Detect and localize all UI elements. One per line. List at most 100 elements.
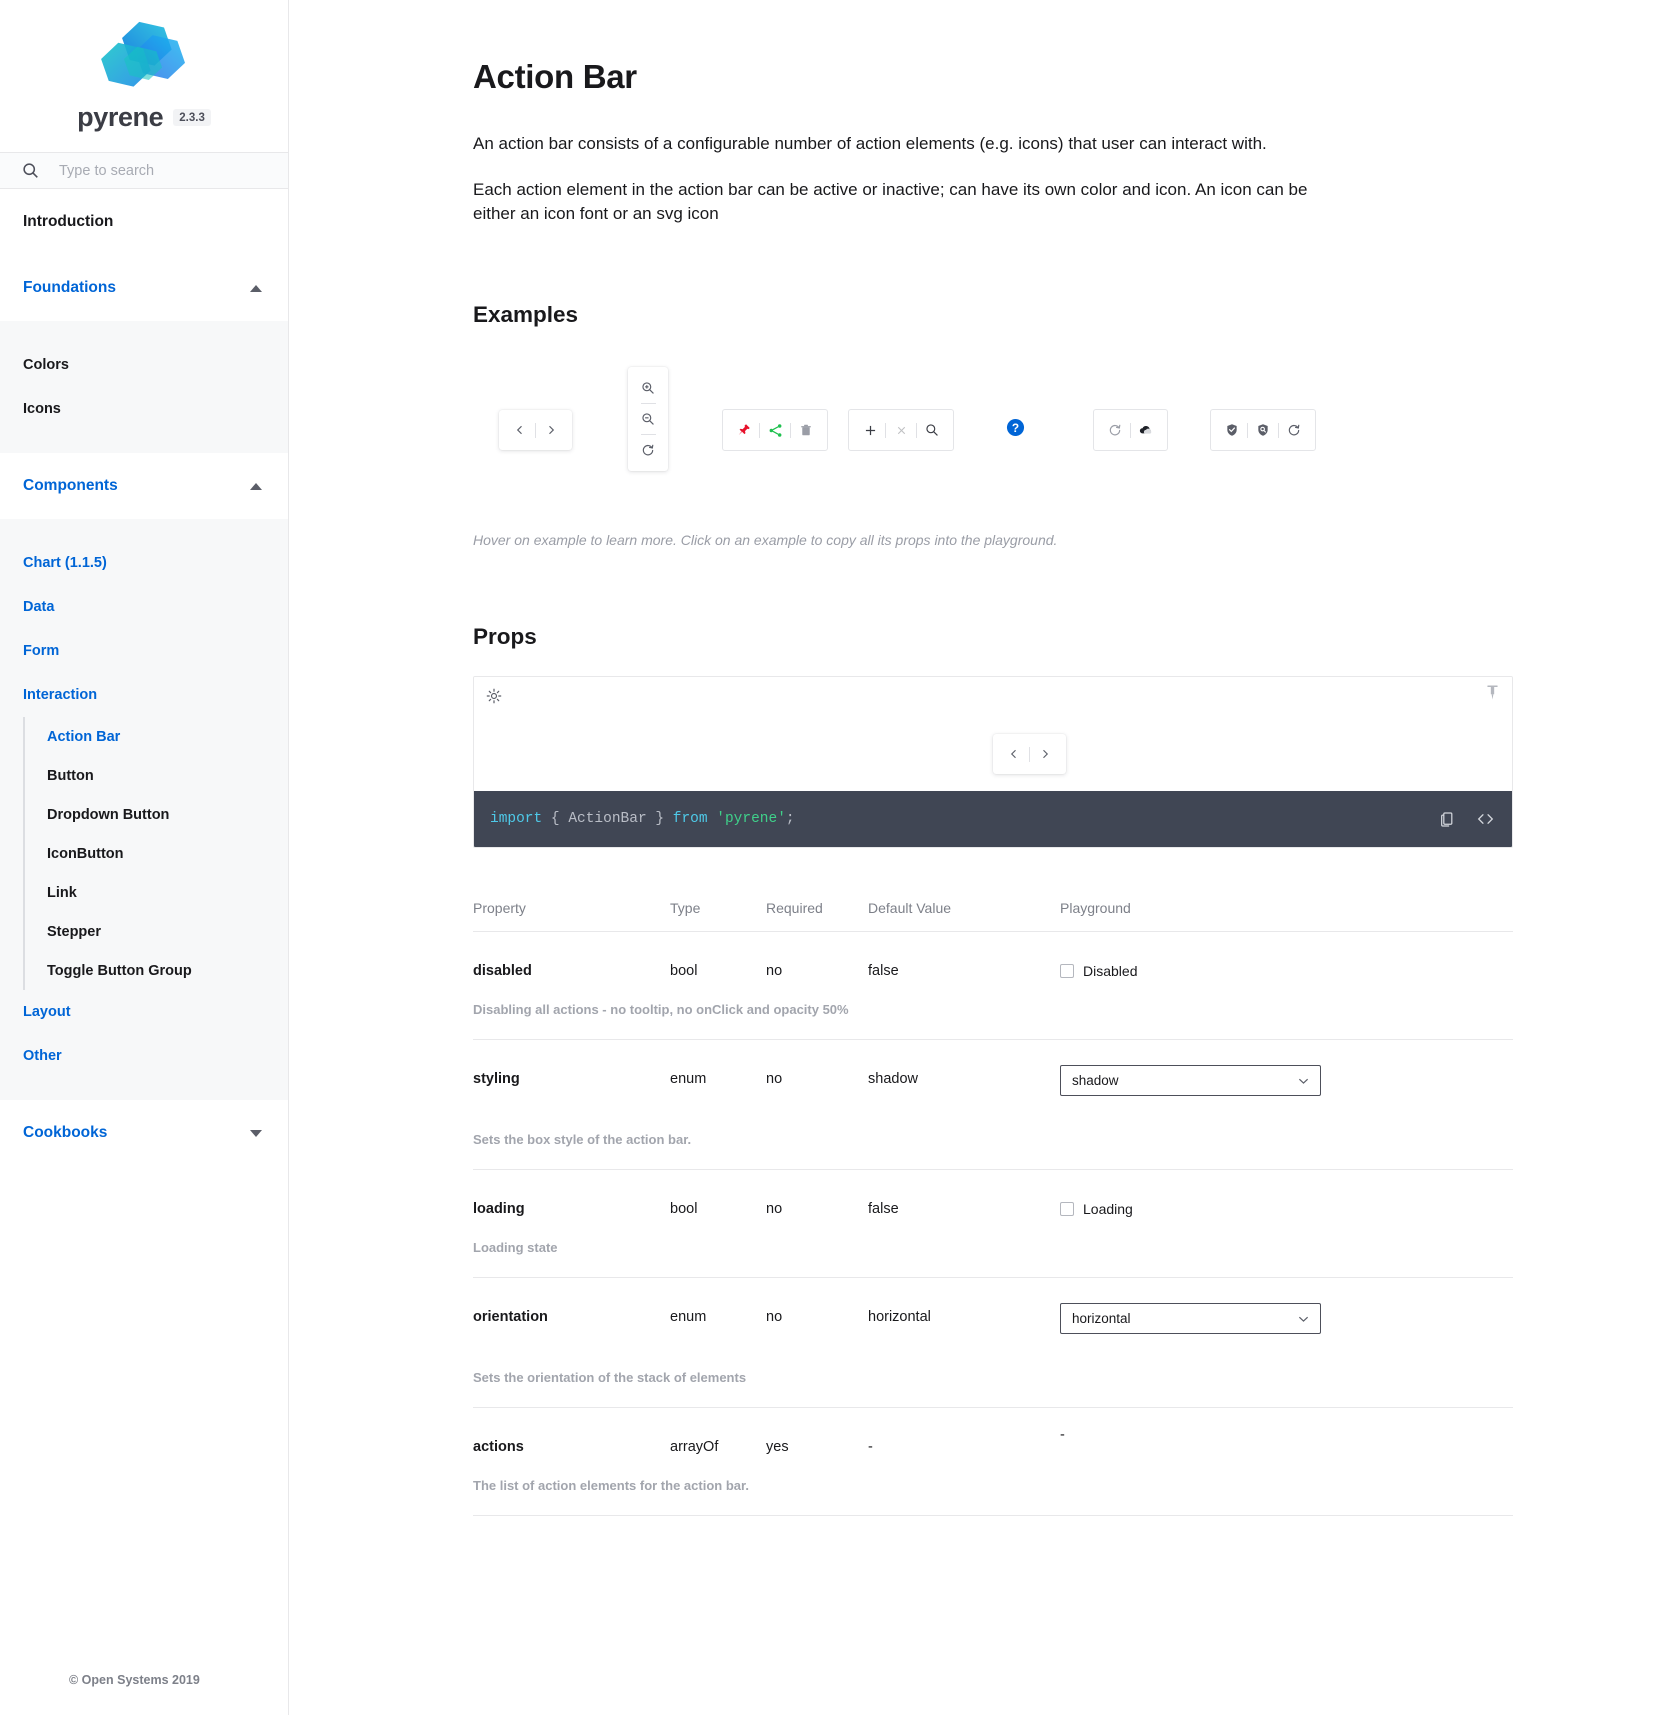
sidebar-item-label: Form xyxy=(23,643,60,659)
prop-default: false xyxy=(868,963,899,980)
sidebar-section-cookbooks[interactable]: Cookbooks xyxy=(0,1100,288,1166)
sidebar-item-interaction[interactable]: Interaction xyxy=(0,673,288,717)
example-action-bar-1[interactable] xyxy=(499,410,572,451)
prop-name: orientation xyxy=(473,1309,548,1326)
sidebar-item-other[interactable]: Other xyxy=(0,1034,288,1078)
sidebar-item-button[interactable]: Button xyxy=(25,756,288,795)
example-action-bar-6[interactable] xyxy=(1093,409,1168,452)
sidebar-item-icons[interactable]: Icons xyxy=(0,387,288,431)
sidebar-item-label: Other xyxy=(23,1048,62,1064)
pin-icon[interactable] xyxy=(729,415,759,445)
sidebar-item-label: Layout xyxy=(23,1004,71,1020)
sidebar-item-label: Icons xyxy=(23,401,61,417)
search-bar[interactable] xyxy=(0,152,288,189)
prop-type: enum xyxy=(670,1071,707,1088)
search-input[interactable] xyxy=(57,161,257,180)
sidebar-item-data[interactable]: Data xyxy=(0,585,288,629)
pin-icon[interactable] xyxy=(1486,685,1499,705)
disabled-checkbox[interactable]: Disabled xyxy=(1060,963,1513,979)
prop-required: no xyxy=(766,1201,783,1218)
sidebar-item-iconbutton[interactable]: IconButton xyxy=(25,834,288,873)
chevron-right-icon[interactable] xyxy=(536,415,566,445)
chevron-left-icon[interactable] xyxy=(505,415,535,445)
example-action-bar-2[interactable] xyxy=(628,367,668,472)
shield-search-icon[interactable] xyxy=(1248,415,1278,445)
example-action-bar-7[interactable] xyxy=(1210,409,1316,452)
page-title: Action Bar xyxy=(473,58,637,95)
refresh-icon[interactable] xyxy=(1100,415,1130,445)
code-actions xyxy=(1439,811,1494,828)
prop-description: The list of action elements for the acti… xyxy=(473,1478,749,1494)
sidebar-section-components[interactable]: Components xyxy=(0,453,288,519)
props-table-header: Property Type Required Default Value Pla… xyxy=(473,900,1513,933)
shield-check-icon[interactable] xyxy=(1217,415,1247,445)
table-row: orientation enum no horizontal horizonta… xyxy=(473,1278,1513,1409)
playground-code-bar: import { ActionBar } from 'pyrene'; xyxy=(474,791,1512,848)
table-row: styling enum no shadow shadow Sets the b… xyxy=(473,1040,1513,1171)
sidebar-section-label: Cookbooks xyxy=(23,1124,108,1141)
zoom-in-icon[interactable] xyxy=(633,373,663,403)
example-action-bar-4[interactable] xyxy=(848,409,954,452)
sidebar-item-label: Colors xyxy=(23,357,69,373)
sidebar-section-label: Components xyxy=(23,477,118,494)
sidebar-item-dropdown-button[interactable]: Dropdown Button xyxy=(25,795,288,834)
sidebar-item-introduction[interactable]: Introduction xyxy=(0,189,288,255)
sidebar-item-label: Toggle Button Group xyxy=(47,962,192,979)
loading-checkbox[interactable]: Loading xyxy=(1060,1201,1513,1217)
checkbox-label: Loading xyxy=(1083,1201,1133,1218)
sidebar-item-chart[interactable]: Chart (1.1.5) xyxy=(0,541,288,585)
sidebar-item-label: Introduction xyxy=(23,213,114,230)
trash-icon[interactable] xyxy=(791,415,821,445)
cloud-icon[interactable] xyxy=(1131,415,1161,445)
example-action-bar-5[interactable]: ? xyxy=(1000,412,1030,443)
prop-name: loading xyxy=(473,1201,525,1218)
prop-required: no xyxy=(766,1071,783,1088)
examples-hint: Hover on example to learn more. Click on… xyxy=(473,532,1058,549)
page-paragraph-1: An action bar consists of a configurable… xyxy=(473,134,1267,153)
prop-required: no xyxy=(766,1309,783,1326)
orientation-select[interactable]: horizontal xyxy=(1060,1303,1321,1335)
sidebar-section-foundations[interactable]: Foundations xyxy=(0,255,288,321)
refresh-icon[interactable] xyxy=(633,435,663,465)
close-icon xyxy=(886,415,916,445)
plus-icon[interactable] xyxy=(855,415,885,445)
zoom-out-icon[interactable] xyxy=(633,404,663,434)
chevron-right-icon[interactable] xyxy=(1030,739,1060,769)
sidebar-item-colors[interactable]: Colors xyxy=(0,343,288,387)
column-header-required: Required xyxy=(766,900,823,917)
prop-required: no xyxy=(766,963,783,980)
chevron-left-icon[interactable] xyxy=(999,739,1029,769)
sidebar-section-label: Foundations xyxy=(23,279,116,296)
search-icon[interactable] xyxy=(917,415,947,445)
share-icon[interactable] xyxy=(760,415,790,445)
sidebar: pyrene 2.3.3 Introduction Foundations Co… xyxy=(0,0,289,1715)
sidebar-item-layout[interactable]: Layout xyxy=(0,990,288,1034)
sidebar-item-stepper[interactable]: Stepper xyxy=(25,912,288,951)
refresh-icon[interactable] xyxy=(1279,415,1309,445)
prop-default: shadow xyxy=(868,1071,918,1088)
pyrene-cube-logo-icon xyxy=(101,21,185,87)
preview-action-bar[interactable] xyxy=(993,734,1066,775)
sidebar-item-action-bar[interactable]: Action Bar xyxy=(25,717,288,756)
interaction-subnav: Action Bar Button Dropdown Button IconBu… xyxy=(23,717,288,990)
chevron-down-icon xyxy=(1298,1077,1309,1085)
loading-spinner-icon[interactable] xyxy=(486,688,502,709)
sidebar-item-link[interactable]: Link xyxy=(25,873,288,912)
help-badge-icon[interactable]: ? xyxy=(1000,412,1030,442)
chevron-up-icon xyxy=(250,482,262,490)
foundations-group: Colors Icons xyxy=(0,321,288,453)
code-brackets-icon[interactable] xyxy=(1477,812,1494,826)
brand-version-badge: 2.3.3 xyxy=(173,109,211,126)
styling-select[interactable]: shadow xyxy=(1060,1065,1321,1097)
code-snippet: import { ActionBar } from 'pyrene'; xyxy=(490,811,1439,827)
column-header-property: Property xyxy=(473,900,526,917)
sidebar-item-toggle-button-group[interactable]: Toggle Button Group xyxy=(25,951,288,990)
sidebar-item-label: Button xyxy=(47,767,94,784)
sidebar-item-form[interactable]: Form xyxy=(0,629,288,673)
brand-name-row: pyrene 2.3.3 xyxy=(77,102,211,133)
svg-text:?: ? xyxy=(1011,421,1018,435)
chevron-down-icon xyxy=(1298,1315,1309,1323)
example-action-bar-3[interactable] xyxy=(722,409,828,452)
prop-default: false xyxy=(868,1201,899,1218)
copy-icon[interactable] xyxy=(1439,811,1455,828)
